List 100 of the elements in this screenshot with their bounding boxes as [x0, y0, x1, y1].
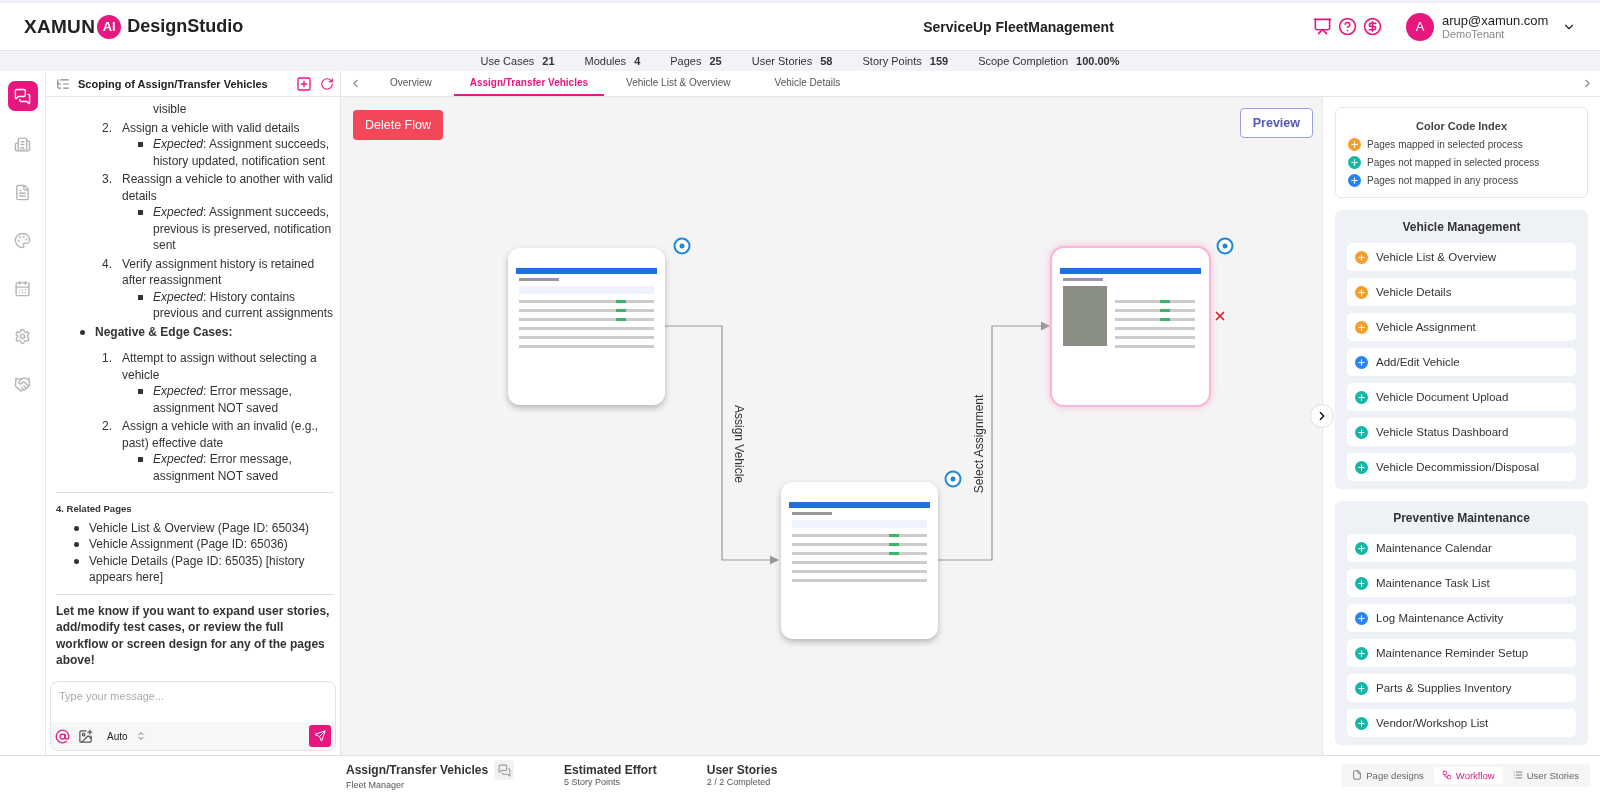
test-case-text: Attempt to assign without selecting a vehicle — [122, 350, 318, 383]
module-title: Preventive Maintenance — [1392, 511, 1531, 525]
delete-flow-button[interactable]: Delete Flow — [353, 110, 443, 140]
refresh-icon[interactable] — [320, 76, 334, 91]
stories-label: User Stories — [706, 763, 778, 777]
test-case-text: Reassign a vehicle to another with valid details — [122, 171, 334, 204]
role-text: Fleet Manager — [346, 780, 406, 790]
logo-text: XAMUN — [24, 15, 96, 38]
logo-badge: AI — [97, 14, 122, 39]
chevron-icon[interactable] — [135, 731, 146, 741]
bullet-icon — [74, 558, 79, 564]
section-heading: Negative & Edge Cases: — [95, 323, 233, 340]
effort-label: Estimated Effort — [564, 763, 657, 777]
legend-label: Pages not mapped in selected process — [1367, 157, 1540, 168]
page-item[interactable]: Vehicle List & Overview — [1347, 243, 1576, 271]
page-item[interactable]: Vendor/Workshop List — [1347, 709, 1576, 737]
page-item[interactable]: Vehicle Document Upload — [1347, 383, 1576, 411]
related-page-text: Vehicle Details (Page ID: 65035) [history appears here] — [89, 552, 306, 586]
chat-title: Scoping of Assign/Transfer Vehicles — [78, 77, 269, 90]
bullet-icon — [74, 542, 79, 547]
tab[interactable]: Vehicle Details — [752, 71, 863, 96]
tab[interactable]: Overview — [368, 71, 454, 96]
expected-result-text: Expected: History contains previous and current assignments — [153, 288, 334, 322]
delete-icon[interactable] — [1213, 309, 1227, 323]
page-node[interactable] — [508, 248, 665, 405]
chat-nav-button[interactable] — [7, 81, 38, 111]
legend-label: Pages mapped in selected process — [1367, 139, 1523, 150]
bullet-icon — [80, 329, 85, 335]
stat-item: Use Cases 21 — [480, 55, 555, 67]
chat-icon — [497, 763, 511, 777]
stat-item: Story Points 159 — [862, 55, 949, 67]
target-icon[interactable] — [1216, 237, 1234, 255]
expected-result-text: Expected: Error message, assignment NOT saved — [153, 383, 293, 416]
chat-button[interactable] — [494, 760, 515, 780]
workflow-icon — [1441, 770, 1452, 780]
pages-icon — [1352, 770, 1363, 780]
list-number: 4. — [102, 255, 113, 273]
related-page-text: Vehicle List & Overview (Page ID: 65034) — [89, 519, 310, 536]
page-item[interactable]: Vehicle Decommission/Disposal — [1347, 453, 1576, 481]
palette-icon — [14, 231, 31, 249]
section-heading: 4. Related Pages — [56, 502, 133, 516]
page-item[interactable]: Vehicle Details — [1347, 278, 1576, 306]
target-icon[interactable] — [944, 470, 962, 488]
target-icon[interactable] — [673, 237, 691, 255]
send-icon — [314, 730, 326, 742]
mention-icon[interactable] — [55, 728, 70, 744]
expand-panel-button[interactable] — [1310, 404, 1334, 428]
image-upload-icon[interactable] — [78, 728, 93, 744]
user-avatar[interactable]: A — [1406, 12, 1434, 41]
view-tab[interactable]: User Stories — [1504, 766, 1587, 784]
send-button[interactable] — [309, 725, 331, 747]
calendar-icon — [14, 279, 31, 297]
settings-icon — [14, 327, 31, 345]
effort-value: 5 Story Points — [564, 777, 622, 787]
tenant-name: DemoTenant — [1442, 28, 1506, 40]
bullet-icon — [138, 142, 143, 147]
help-icon[interactable] — [1338, 17, 1357, 36]
expected-result-text: Expected: Assignment succeeds, previous is preserved, notification sent — [153, 204, 333, 254]
add-icon[interactable] — [296, 75, 312, 92]
expected-result-text: Expected: Error message, assignment NOT saved — [153, 451, 293, 484]
page-item[interactable]: Maintenance Task List — [1347, 569, 1576, 597]
expected-result-text: visible — [152, 101, 188, 118]
closing-message: Let me know if you want to expand user stories, add/modify test cases, or review the full workflow or screen design for any of the pages above! — [56, 602, 331, 669]
page-item[interactable]: Add/Edit Vehicle — [1347, 348, 1576, 376]
page-item[interactable]: Log Maintenance Activity — [1347, 604, 1576, 632]
page-item[interactable]: Maintenance Calendar — [1347, 534, 1576, 562]
view-tab[interactable]: Page designs — [1344, 766, 1432, 784]
test-case-text: Assign a vehicle with an invalid (e.g., past) effective date — [122, 418, 320, 451]
page-item[interactable]: Vehicle Assignment — [1347, 313, 1576, 341]
page-node[interactable] — [1052, 248, 1209, 405]
stat-item: Scope Completion 100.00% — [978, 55, 1120, 67]
dollar-icon[interactable] — [1363, 17, 1382, 36]
list-number: 2. — [102, 119, 113, 136]
list-number: 2. — [102, 418, 113, 435]
bullet-icon — [74, 525, 79, 531]
message-box[interactable]: Type your message... Auto — [50, 681, 336, 751]
legend-label: Pages not mapped in any process — [1367, 175, 1519, 186]
page-node[interactable] — [781, 482, 938, 639]
tab[interactable]: Vehicle List & Overview — [604, 71, 753, 96]
chat-icon — [14, 87, 31, 105]
model-select[interactable]: Auto — [107, 730, 128, 742]
flow-title: Assign/Transfer Vehicles — [346, 763, 489, 777]
list-number: 3. — [102, 171, 113, 188]
presentation-icon[interactable] — [1313, 17, 1332, 36]
document-icon — [14, 183, 31, 201]
page-item[interactable]: Maintenance Reminder Setup — [1347, 639, 1576, 667]
stat-item: User Stories 58 — [751, 55, 833, 67]
list-icon[interactable] — [56, 76, 70, 91]
user-email: arup@xamun.com — [1442, 13, 1550, 28]
bullet-icon — [138, 294, 143, 300]
logo-text: DesignStudio — [127, 16, 244, 37]
preview-button[interactable]: Preview — [1239, 108, 1313, 138]
view-tab[interactable]: Workflow — [1433, 766, 1503, 784]
bullet-icon — [138, 389, 143, 394]
page-item[interactable]: Vehicle Status Dashboard — [1347, 418, 1576, 446]
expected-result-text: Expected: Assignment succeeds, history updated, notification sent — [153, 136, 331, 169]
page-item[interactable]: Parts & Supplies Inventory — [1347, 674, 1576, 702]
bullet-icon — [138, 457, 143, 462]
list-number: 1. — [102, 350, 113, 367]
test-case-text: Assign a vehicle with valid details — [122, 119, 300, 136]
